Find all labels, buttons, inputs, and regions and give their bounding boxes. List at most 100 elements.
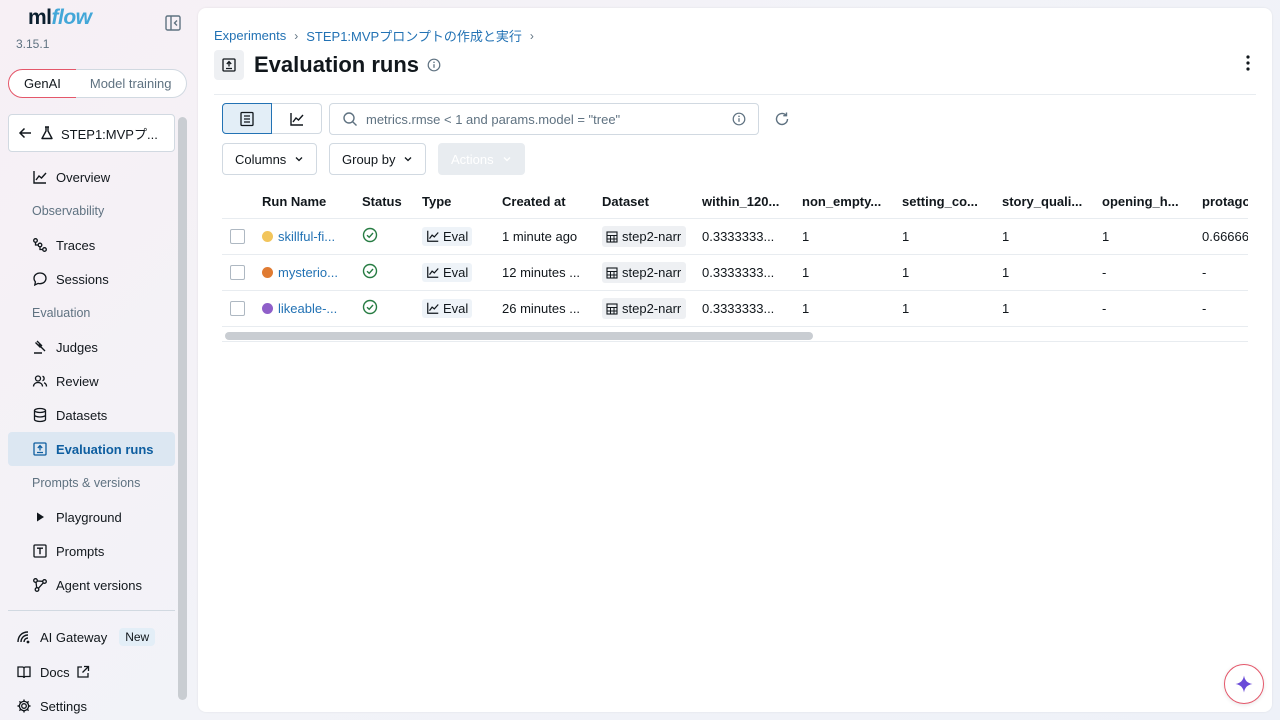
metric-cell: 1: [802, 265, 810, 280]
database-icon: [33, 407, 47, 423]
book-icon: [17, 666, 31, 679]
sidebar-scrollbar[interactable]: [178, 117, 187, 700]
breadcrumb: Experiments › STEP1:MVPプロンプトの作成と実行 ›: [214, 26, 542, 45]
chevron-down-icon: [503, 157, 511, 162]
column-header[interactable]: opening_h...: [1102, 194, 1202, 209]
metric-cell: 1: [902, 265, 910, 280]
users-icon: [32, 375, 48, 387]
sidebar-item-review[interactable]: Review: [8, 364, 175, 398]
list-icon: [240, 111, 254, 126]
search-input[interactable]: [366, 111, 726, 127]
chart-line-icon: [427, 231, 439, 243]
search-icon: [343, 112, 357, 126]
run-name-link[interactable]: likeable-...: [278, 301, 337, 316]
sidebar-item-datasets[interactable]: Datasets: [8, 398, 175, 432]
metric-cell: 0.66666: [1202, 229, 1248, 244]
chat-bubble-icon: [33, 272, 47, 287]
chevron-down-icon: [295, 157, 303, 162]
column-header[interactable]: Run Name: [262, 194, 362, 209]
column-header[interactable]: Status: [362, 194, 422, 209]
column-header[interactable]: Created at: [502, 194, 602, 209]
back-arrow-icon[interactable]: [17, 125, 33, 141]
type-tag: Eval: [422, 226, 473, 246]
chart-line-icon: [427, 267, 439, 279]
run-color-dot: [262, 231, 273, 242]
table-horizontal-scrollbar[interactable]: [222, 330, 1248, 342]
info-icon[interactable]: [427, 58, 441, 72]
experiment-selector[interactable]: STEP1:MVPプ...: [8, 114, 175, 152]
search-box: [329, 103, 759, 135]
run-color-dot: [262, 303, 273, 314]
sidebar-item-settings[interactable]: Settings: [16, 694, 87, 718]
mlflow-logo[interactable]: mlflow: [28, 6, 92, 30]
more-options-icon[interactable]: [1246, 55, 1250, 74]
row-checkbox[interactable]: [230, 265, 245, 280]
play-icon: [37, 512, 44, 522]
chart-view-button[interactable]: [272, 103, 322, 134]
breadcrumb-experiments[interactable]: Experiments: [214, 28, 286, 43]
chart-line-icon: [427, 303, 439, 315]
sidebar-item-overview[interactable]: Overview: [8, 160, 175, 194]
gear-icon: [17, 699, 31, 713]
sidebar-item-ai-gateway[interactable]: AI Gateway New: [16, 625, 156, 649]
table-row[interactable]: skillful-fi... Eval 1 minute ago step2-n…: [222, 219, 1248, 255]
sidebar-nav: Overview Observability Traces Sessions E…: [8, 160, 175, 602]
sidebar-item-evaluation-runs[interactable]: Evaluation runs: [8, 432, 175, 466]
group-by-button[interactable]: Group by: [329, 143, 427, 175]
refresh-icon[interactable]: [774, 111, 790, 130]
runs-table: Run Name Status Type Created at Dataset …: [222, 184, 1248, 327]
table-icon: [606, 302, 618, 315]
chart-line-icon: [289, 112, 304, 126]
sidebar-item-prompts[interactable]: Prompts: [8, 534, 175, 568]
dataset-tag[interactable]: step2-narr: [602, 298, 686, 319]
list-view-button[interactable]: [222, 103, 272, 134]
new-badge: New: [119, 628, 156, 646]
columns-button[interactable]: Columns: [222, 143, 318, 175]
column-header[interactable]: non_empty...: [802, 194, 902, 209]
column-header[interactable]: protago: [1202, 194, 1248, 209]
scrollbar-thumb[interactable]: [225, 332, 813, 340]
genai-tab[interactable]: GenAI: [8, 69, 77, 98]
metric-cell: 1: [902, 301, 910, 316]
dataset-tag[interactable]: step2-narr: [602, 262, 686, 283]
sidebar-item-docs[interactable]: Docs: [16, 660, 98, 684]
sidebar-item-agent-versions[interactable]: Agent versions: [8, 568, 175, 602]
text-box-icon: [33, 544, 47, 558]
row-checkbox[interactable]: [230, 229, 245, 244]
metric-cell: 1: [1002, 229, 1010, 244]
column-header[interactable]: within_120...: [702, 194, 802, 209]
breadcrumb-experiment[interactable]: STEP1:MVPプロンプトの作成と実行: [306, 26, 522, 45]
column-header[interactable]: story_quali...: [1002, 194, 1102, 209]
sidebar-item-playground[interactable]: Playground: [8, 500, 175, 534]
metric-cell: 0.3333333...: [702, 301, 775, 316]
column-header[interactable]: setting_co...: [902, 194, 1002, 209]
chevron-right-icon: ›: [529, 28, 534, 43]
sidebar-item-sessions[interactable]: Sessions: [8, 262, 175, 296]
assistant-sparkle-button[interactable]: [1224, 664, 1264, 704]
metric-cell: -: [1202, 301, 1207, 316]
column-header[interactable]: Dataset: [602, 194, 702, 209]
sidebar-item-judges[interactable]: Judges: [8, 330, 175, 364]
agent-versions-icon: [33, 578, 47, 592]
metric-cell: 1: [802, 301, 810, 316]
sidebar: mlflow 3.15.1 GenAI Model training STEP1…: [0, 0, 190, 720]
metric-cell: 0.3333333...: [702, 229, 775, 244]
table-row[interactable]: likeable-... Eval 26 minutes ... step2-n…: [222, 291, 1248, 327]
sidebar-item-traces[interactable]: Traces: [8, 228, 175, 262]
table-row[interactable]: mysterio... Eval 12 minutes ... step2-na…: [222, 255, 1248, 291]
view-toggle: [222, 103, 322, 134]
column-header[interactable]: Type: [422, 194, 502, 209]
sidebar-divider: [8, 610, 175, 611]
run-name-link[interactable]: skillful-fi...: [278, 229, 335, 244]
info-icon[interactable]: [732, 112, 746, 126]
model-training-tab[interactable]: Model training: [75, 69, 187, 98]
mode-switch: GenAI Model training: [8, 69, 187, 98]
flask-icon: [41, 126, 53, 140]
row-checkbox[interactable]: [230, 301, 245, 316]
dataset-tag[interactable]: step2-narr: [602, 226, 686, 247]
run-name-link[interactable]: mysterio...: [278, 265, 338, 280]
evaluation-runs-icon: [214, 50, 244, 80]
actions-button[interactable]: Actions: [438, 143, 525, 175]
page-title: Evaluation runs: [254, 52, 420, 77]
collapse-sidebar-icon[interactable]: [164, 14, 182, 32]
